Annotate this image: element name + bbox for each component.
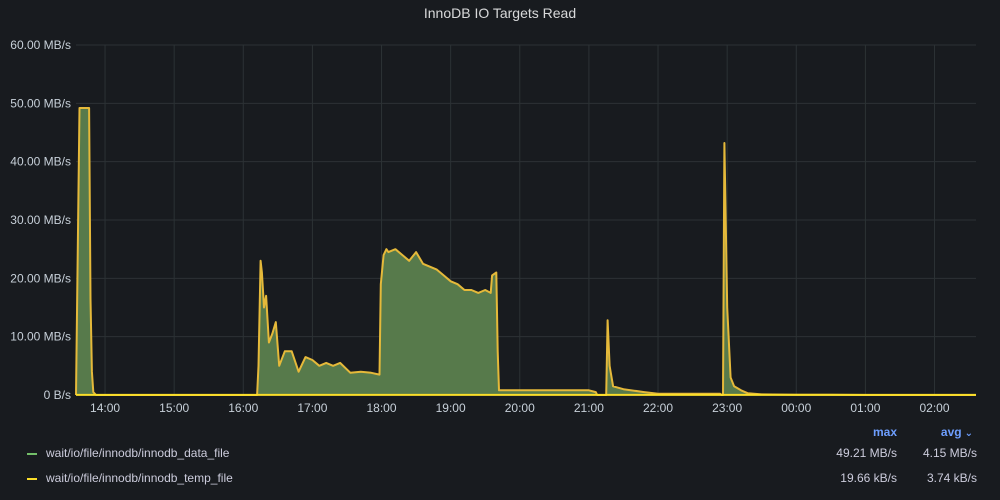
y-axis: 0 B/s 10.00 MB/s 20.00 MB/s 30.00 MB/s 40.00… bbox=[10, 38, 71, 402]
legend-swatch bbox=[27, 478, 37, 480]
legend-row[interactable]: wait/io/file/innodb/innodb_temp_file 19.… bbox=[0, 469, 1000, 489]
x-tick-label: 16:00 bbox=[228, 401, 258, 415]
series-area-innodb-data-file bbox=[76, 108, 976, 395]
legend: max avg ⌄ wait/io/file/innodb/innodb_data… bbox=[0, 420, 1000, 500]
x-tick-label: 02:00 bbox=[920, 401, 950, 415]
series-layer bbox=[75, 107, 976, 396]
x-tick-label: 00:00 bbox=[781, 401, 811, 415]
x-tick-label: 23:00 bbox=[712, 401, 742, 415]
legend-sort-avg[interactable]: avg ⌄ bbox=[941, 425, 973, 439]
y-tick-label: 40.00 MB/s bbox=[10, 155, 71, 169]
legend-series-name[interactable]: wait/io/file/innodb/innodb_data_file bbox=[46, 446, 229, 460]
x-axis: 14:00 15:00 16:00 17:00 18:00 19:00 20:00 21:00… bbox=[90, 401, 950, 415]
legend-sort-avg-label: avg bbox=[940, 425, 962, 439]
chevron-down-icon: ⌄ bbox=[964, 428, 973, 439]
legend-sort-max[interactable]: max bbox=[873, 425, 897, 439]
x-tick-label: 01:00 bbox=[850, 401, 880, 415]
series-line-innodb-data-file[interactable] bbox=[75, 107, 976, 396]
chart-area[interactable]: 0 B/s 10.00 MB/s 20.00 MB/s 30.00 MB/s 40.00… bbox=[0, 0, 1000, 420]
y-tick-label: 10.00 MB/s bbox=[10, 330, 71, 344]
legend-header: max avg ⌄ bbox=[0, 425, 1000, 441]
x-tick-label: 14:00 bbox=[90, 401, 120, 415]
x-tick-label: 19:00 bbox=[436, 401, 466, 415]
legend-row[interactable]: wait/io/file/innodb/innodb_data_file 49.… bbox=[0, 444, 1000, 464]
y-tick-label: 60.00 MB/s bbox=[10, 38, 71, 52]
legend-avg-value: 4.15 MB/s bbox=[922, 446, 977, 460]
y-tick-label: 50.00 MB/s bbox=[10, 96, 71, 110]
x-tick-label: 21:00 bbox=[574, 401, 604, 415]
x-tick-label: 17:00 bbox=[297, 401, 327, 415]
y-tick-label: 30.00 MB/s bbox=[10, 213, 71, 227]
x-tick-label: 18:00 bbox=[367, 401, 397, 415]
chart-grid bbox=[76, 44, 976, 396]
x-tick-label: 15:00 bbox=[159, 401, 189, 415]
y-tick-label: 0 B/s bbox=[44, 388, 71, 402]
legend-swatch bbox=[27, 453, 37, 455]
x-tick-label: 20:00 bbox=[505, 401, 535, 415]
legend-series-name[interactable]: wait/io/file/innodb/innodb_temp_file bbox=[46, 471, 233, 485]
y-tick-label: 20.00 MB/s bbox=[10, 271, 71, 285]
x-tick-label: 22:00 bbox=[643, 401, 673, 415]
legend-avg-value: 3.74 kB/s bbox=[926, 471, 977, 485]
